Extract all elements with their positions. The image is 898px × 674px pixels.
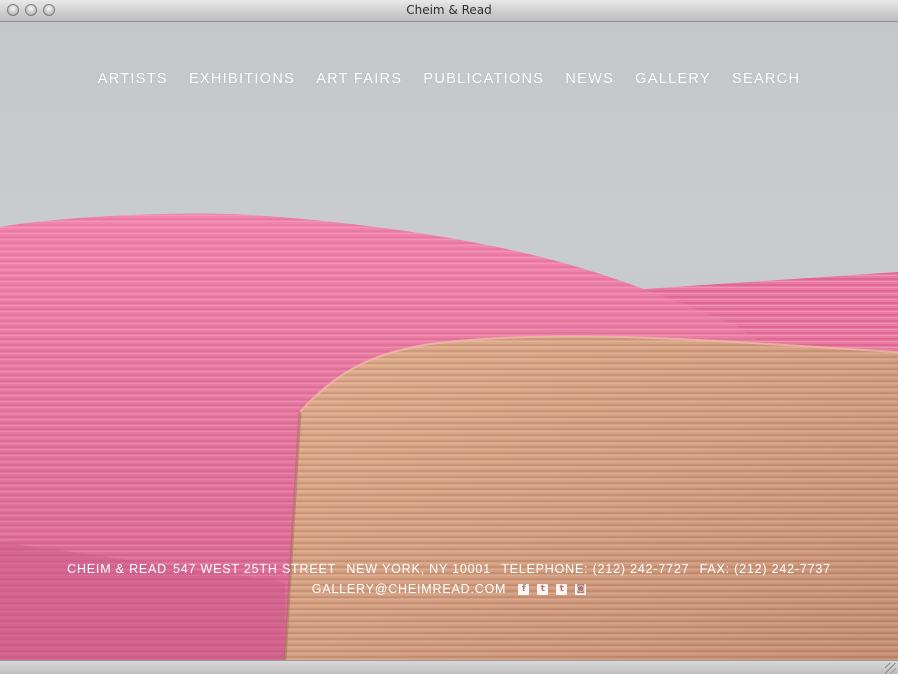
nav-search[interactable]: SEARCH: [732, 71, 800, 87]
fax: FAX: (212) 242-7737: [699, 562, 831, 576]
gallery-name: CHEIM & READ: [67, 562, 168, 576]
city-address: NEW YORK, NY 10001: [346, 562, 491, 576]
browser-window: Cheim & Read ARTISTS EXHIBITIONS ART FAI…: [0, 0, 898, 674]
window-bottom-bar: [0, 660, 898, 674]
tumblr-icon[interactable]: t: [556, 583, 568, 595]
nav-art-fairs[interactable]: ART FAIRS: [316, 71, 402, 87]
title-bar: Cheim & Read: [0, 0, 898, 22]
nav-gallery[interactable]: GALLERY: [635, 71, 711, 87]
street-address: 547 WEST 25TH STREET: [173, 562, 337, 576]
hero-image-area: ARTISTS EXHIBITIONS ART FAIRS PUBLICATIO…: [0, 22, 898, 660]
nav-artists[interactable]: ARTISTS: [98, 71, 168, 87]
footer-contact-line: GALLERY@CHEIMREAD.COM f t t ◙: [0, 582, 898, 596]
window-title: Cheim & Read: [406, 3, 492, 17]
facebook-icon[interactable]: f: [518, 583, 530, 595]
instagram-icon[interactable]: ◙: [575, 583, 587, 595]
nav-news[interactable]: NEWS: [565, 71, 614, 87]
telephone: TELEPHONE: (212) 242-7727: [501, 562, 690, 576]
footer-address-line: CHEIM & READ 547 WEST 25TH STREET NEW YOR…: [0, 562, 898, 576]
social-links: f t t ◙: [518, 583, 587, 595]
twitter-icon[interactable]: t: [537, 583, 549, 595]
email-link[interactable]: GALLERY@CHEIMREAD.COM: [312, 582, 507, 596]
resize-grip-icon[interactable]: [885, 663, 896, 674]
nav-publications[interactable]: PUBLICATIONS: [423, 71, 544, 87]
nav-exhibitions[interactable]: EXHIBITIONS: [189, 71, 295, 87]
main-navigation: ARTISTS EXHIBITIONS ART FAIRS PUBLICATIO…: [0, 68, 898, 87]
